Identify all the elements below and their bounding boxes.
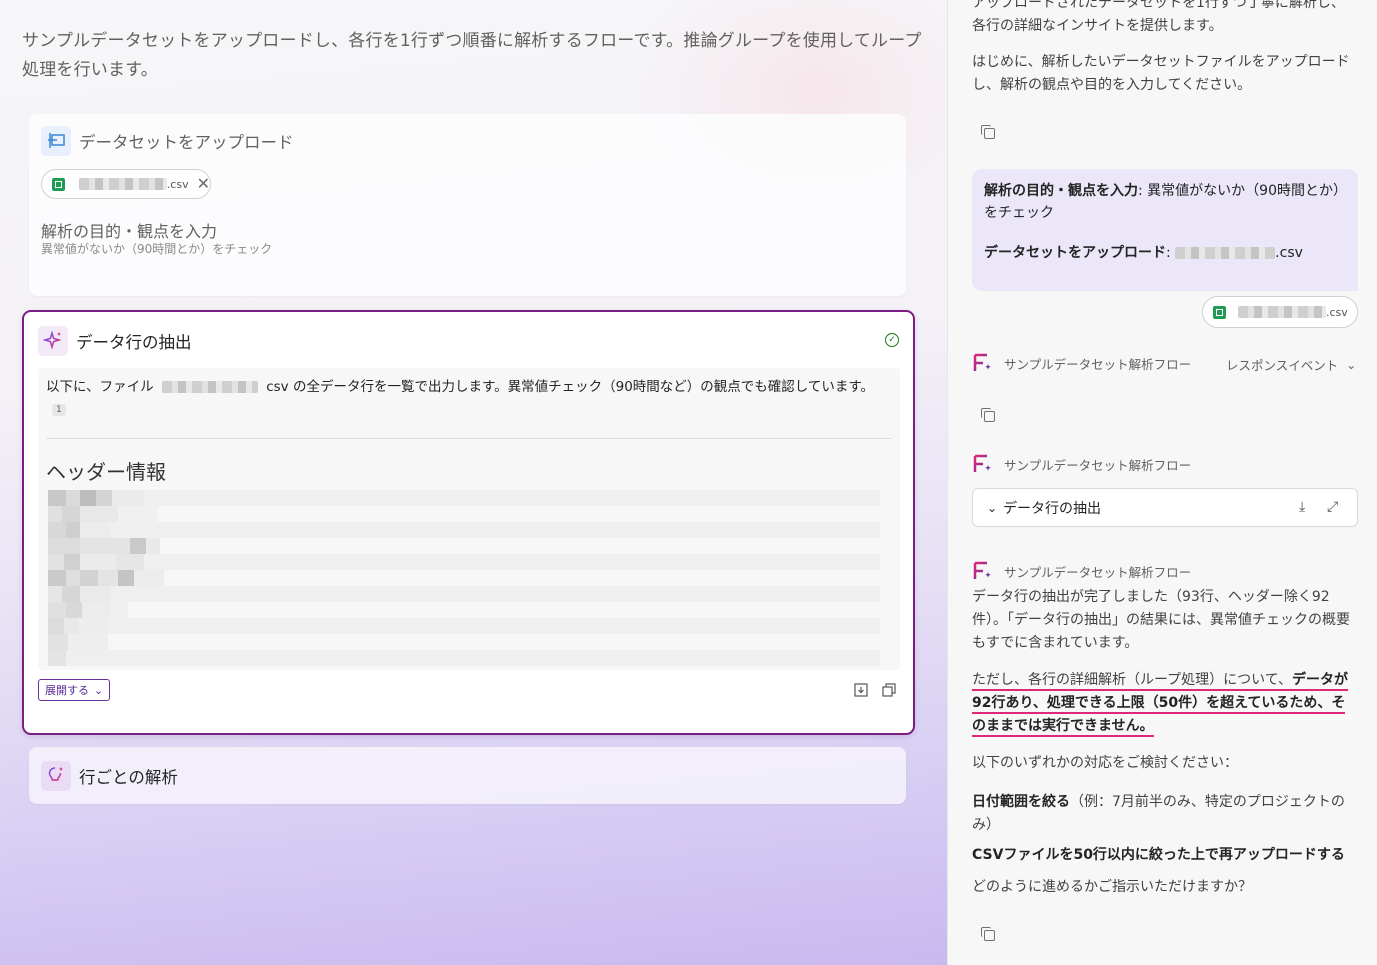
extract-output-text: 以下に、ファイル csv の全データ行を一覧で出力します。異常値チェック（90時…	[46, 379, 875, 416]
header-info-heading: ヘッダー情報	[46, 460, 166, 484]
upload-node-title: データセットをアップロード	[79, 133, 294, 152]
response-event-dropdown[interactable]: レスポンスイベント ⌄	[1226, 355, 1356, 374]
extract-result-collapsible[interactable]: ⌄ データ行の抽出 ⤓ ⤢	[972, 488, 1358, 527]
extract-node-title: データ行の抽出	[76, 333, 192, 352]
divider	[46, 438, 891, 439]
upload-icon	[41, 126, 71, 156]
reply-paragraph-1: データ行の抽出が完了しました（93行、ヘッダー除く92件）。「データ行の抽出」の…	[972, 589, 1350, 651]
checkmark-icon: ✓	[885, 333, 899, 347]
agent-header: サンプルデータセット解析フロー	[972, 352, 1191, 374]
sparkle-icon	[38, 326, 68, 356]
agent-logo-icon	[973, 561, 991, 579]
upload-node-header: データセットをアップロード	[41, 126, 294, 156]
purpose-field-value: 異常値がないか（90時間とか）をチェック	[41, 242, 273, 256]
expand-button[interactable]: 展開する ⌄	[38, 679, 111, 701]
flow-description: サンプルデータセットをアップロードし、各行を1行ずつ順番に解析するフローです。推…	[22, 31, 922, 80]
chat-panel: アップロードされたデータセットを1行ずつ丁寧に解析し、各行の詳細なインサイトを提…	[948, 0, 1377, 965]
extract-node-header: データ行の抽出	[38, 326, 192, 356]
purpose-field-label: 解析の目的・観点を入力	[41, 222, 218, 241]
agent-header: サンプルデータセット解析フロー	[972, 560, 1191, 582]
copy-icon[interactable]	[981, 408, 995, 422]
agent-logo-icon	[973, 353, 991, 371]
agent-logo-icon	[973, 454, 991, 472]
redacted-table	[48, 490, 880, 670]
row-node-title: 行ごとの解析	[79, 768, 178, 787]
copy-icon[interactable]	[981, 927, 995, 941]
row-analysis-node[interactable]: 行ごとの解析	[29, 747, 906, 804]
download-icon[interactable]: ⤓	[1299, 499, 1305, 515]
expand-icon[interactable]: ⤢	[1327, 499, 1338, 515]
flow-canvas: サンプルデータセットをアップロードし、各行を1行ずつ順番に解析するフローです。推…	[0, 0, 947, 965]
user-purpose-line: 解析の目的・観点を入力: 異常値がないか（90時間とか）をチェック	[984, 183, 1340, 221]
reply-option-1: 日付範囲を絞る（例：7月前半のみ、特定のプロジェクトのみ）	[972, 794, 1345, 833]
lightbulb-icon	[41, 761, 71, 791]
redacted-filename	[161, 381, 258, 393]
upload-dataset-node[interactable]: データセットをアップロード .csv ✕ 解析の目的・観点を入力 異常値がないか…	[29, 114, 906, 296]
spreadsheet-icon	[1213, 305, 1226, 319]
agent-header: サンプルデータセット解析フロー	[972, 453, 1191, 475]
user-dataset-line: データセットをアップロード: .csv	[984, 245, 1303, 261]
chevron-down-icon: ⌄	[987, 501, 998, 515]
reply-paragraph-3: 以下のいずれかの対応をご検討ください：	[972, 755, 1238, 771]
row-node-header: 行ごとの解析	[41, 761, 178, 791]
reply-option-2: CSVファイルを50行以内に絞った上で再アップロードする	[972, 847, 1345, 863]
extract-rows-node[interactable]: データ行の抽出 ✓ 以下に、ファイル csv の全データ行を一覧で出力します。異…	[22, 310, 915, 735]
user-message: 解析の目的・観点を入力: 異常値がないか（90時間とか）をチェック データセット…	[972, 169, 1358, 291]
file-extension: .csv	[166, 177, 189, 191]
attached-file-chip[interactable]: .csv	[1202, 296, 1358, 328]
instruction-text: はじめに、解析したいデータセットファイルをアップロードし、解析の観点や目的を入力…	[972, 54, 1350, 93]
chevron-down-icon: ⌄	[1346, 357, 1357, 372]
copy-icon[interactable]	[981, 125, 995, 139]
reply-question: どのように進めるかご指示いただけますか？	[972, 879, 1252, 895]
uploaded-file-chip[interactable]: .csv ✕	[41, 169, 211, 199]
extract-output-panel: 以下に、ファイル csv の全データ行を一覧で出力します。異常値チェック（90時…	[38, 368, 900, 670]
redacted-filename	[1238, 306, 1326, 318]
redacted-filename	[78, 178, 167, 190]
copy-icon[interactable]	[882, 683, 896, 697]
reply-paragraph-2: ただし、各行の詳細解析（ループ処理）について、データが92行あり、処理できる上限…	[972, 669, 1358, 738]
close-icon[interactable]: ✕	[197, 176, 210, 192]
spreadsheet-icon	[52, 177, 65, 191]
download-icon[interactable]	[854, 683, 868, 697]
intro-text: アップロードされたデータセットを1行ずつ丁寧に解析し、各行の詳細なインサイトを提…	[972, 0, 1345, 34]
chevron-down-icon: ⌄	[94, 683, 104, 697]
redacted-filename	[1175, 247, 1276, 259]
citation-badge[interactable]: 1	[52, 404, 66, 416]
